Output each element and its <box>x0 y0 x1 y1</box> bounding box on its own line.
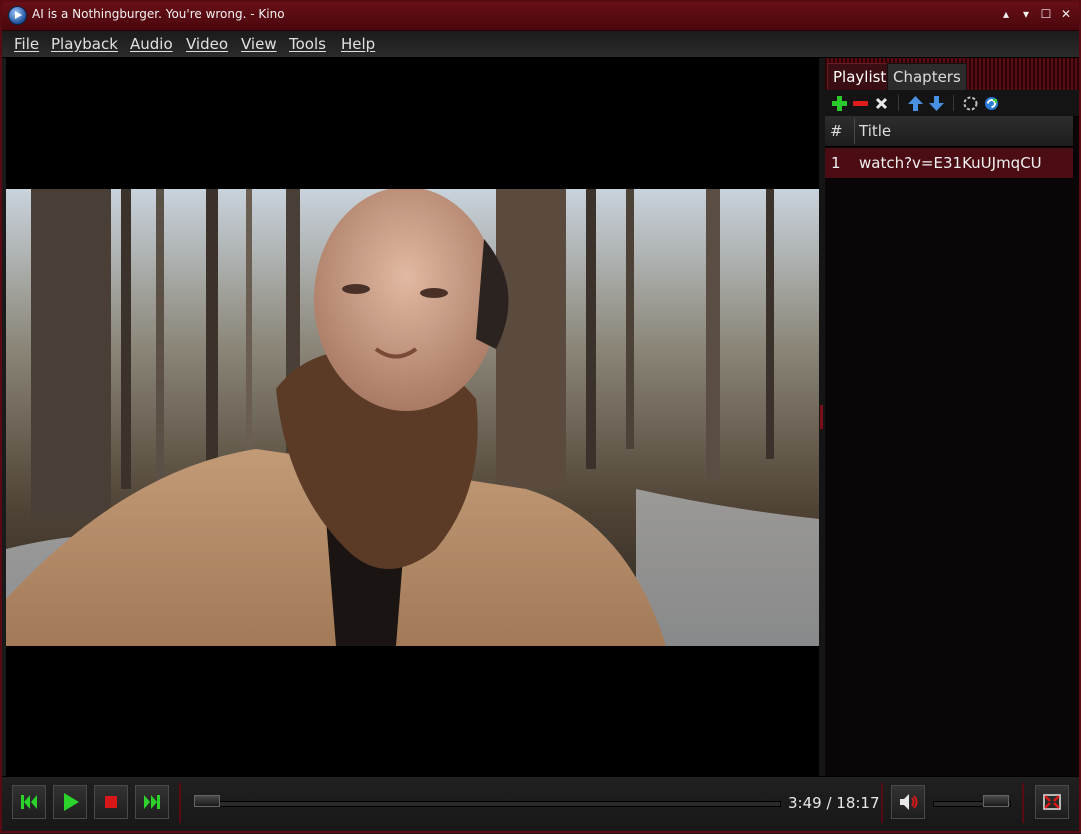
playlist-toolbar <box>825 90 1081 117</box>
time-display: 3:49 / 18:17 <box>788 794 880 812</box>
menu-audio[interactable]: Audio <box>130 35 173 53</box>
keep-above-icon[interactable]: ▴ <box>999 7 1013 21</box>
close-icon[interactable]: ✕ <box>1059 7 1073 21</box>
playback-controls: 3:49 / 18:17 <box>0 776 1081 834</box>
maximize-icon[interactable]: ☐ <box>1039 7 1053 21</box>
kino-app-icon[interactable] <box>8 6 27 25</box>
playlist-row-title: watch?v=E31KuUJmqCU <box>859 154 1042 172</box>
menu-file[interactable]: File <box>14 35 39 53</box>
column-header-title[interactable]: Title <box>859 122 891 140</box>
move-down-icon[interactable] <box>928 95 945 112</box>
move-up-icon[interactable] <box>907 95 924 112</box>
minimize-icon[interactable]: ▾ <box>1019 7 1033 21</box>
menu-tools[interactable]: Tools <box>289 35 326 53</box>
volume-icon <box>900 794 918 810</box>
skip-forward-icon <box>144 795 160 809</box>
seek-handle[interactable] <box>194 795 220 807</box>
toolbar-separator <box>953 95 954 111</box>
clear-icon[interactable] <box>873 95 890 112</box>
toolbar-separator <box>898 95 899 111</box>
skip-back-icon <box>21 795 37 809</box>
dock-tab-bar: Playlist Chapters <box>825 58 1079 92</box>
controls-separator <box>881 783 883 823</box>
menu-bar: File Playback Audio Video View Tools Hel… <box>0 31 1081 58</box>
play-button[interactable] <box>53 785 87 819</box>
playlist-header: # Title <box>825 116 1073 147</box>
video-frame[interactable] <box>6 189 819 646</box>
title-bar: AI is a Nothingburger. You're wrong. - K… <box>0 0 1081 31</box>
window-title: AI is a Nothingburger. You're wrong. - K… <box>32 7 285 21</box>
splitter-handle[interactable] <box>820 405 823 429</box>
stop-icon <box>105 796 117 808</box>
seek-slider[interactable] <box>196 801 781 807</box>
menu-help[interactable]: Help <box>341 35 375 53</box>
playlist-row-number: 1 <box>831 154 841 172</box>
next-button[interactable] <box>135 785 169 819</box>
add-icon[interactable] <box>831 95 848 112</box>
stop-button[interactable] <box>94 785 128 819</box>
fullscreen-button[interactable] <box>1035 785 1069 819</box>
play-icon <box>64 793 79 811</box>
playlist-dock: Playlist Chapters # Title 1 watch?v=E31K… <box>825 58 1081 776</box>
video-image <box>6 189 819 646</box>
repeat-icon[interactable] <box>983 95 1000 112</box>
fullscreen-icon <box>1043 794 1061 810</box>
menu-playback[interactable]: Playback <box>51 35 118 53</box>
mute-button[interactable] <box>891 785 925 819</box>
video-area[interactable] <box>6 58 819 776</box>
controls-separator <box>179 783 181 823</box>
menu-video[interactable]: Video <box>186 35 228 53</box>
tab-chapters[interactable]: Chapters <box>887 63 967 92</box>
volume-handle[interactable] <box>983 795 1009 807</box>
column-separator[interactable] <box>854 118 855 144</box>
shuffle-icon[interactable] <box>962 95 979 112</box>
menu-view[interactable]: View <box>241 35 277 53</box>
tab-playlist[interactable]: Playlist <box>827 63 893 91</box>
previous-button[interactable] <box>12 785 46 819</box>
column-header-number[interactable]: # <box>830 122 843 140</box>
controls-separator <box>1022 783 1024 823</box>
remove-icon[interactable] <box>852 95 869 112</box>
playlist-row[interactable]: 1 watch?v=E31KuUJmqCU <box>825 148 1073 178</box>
